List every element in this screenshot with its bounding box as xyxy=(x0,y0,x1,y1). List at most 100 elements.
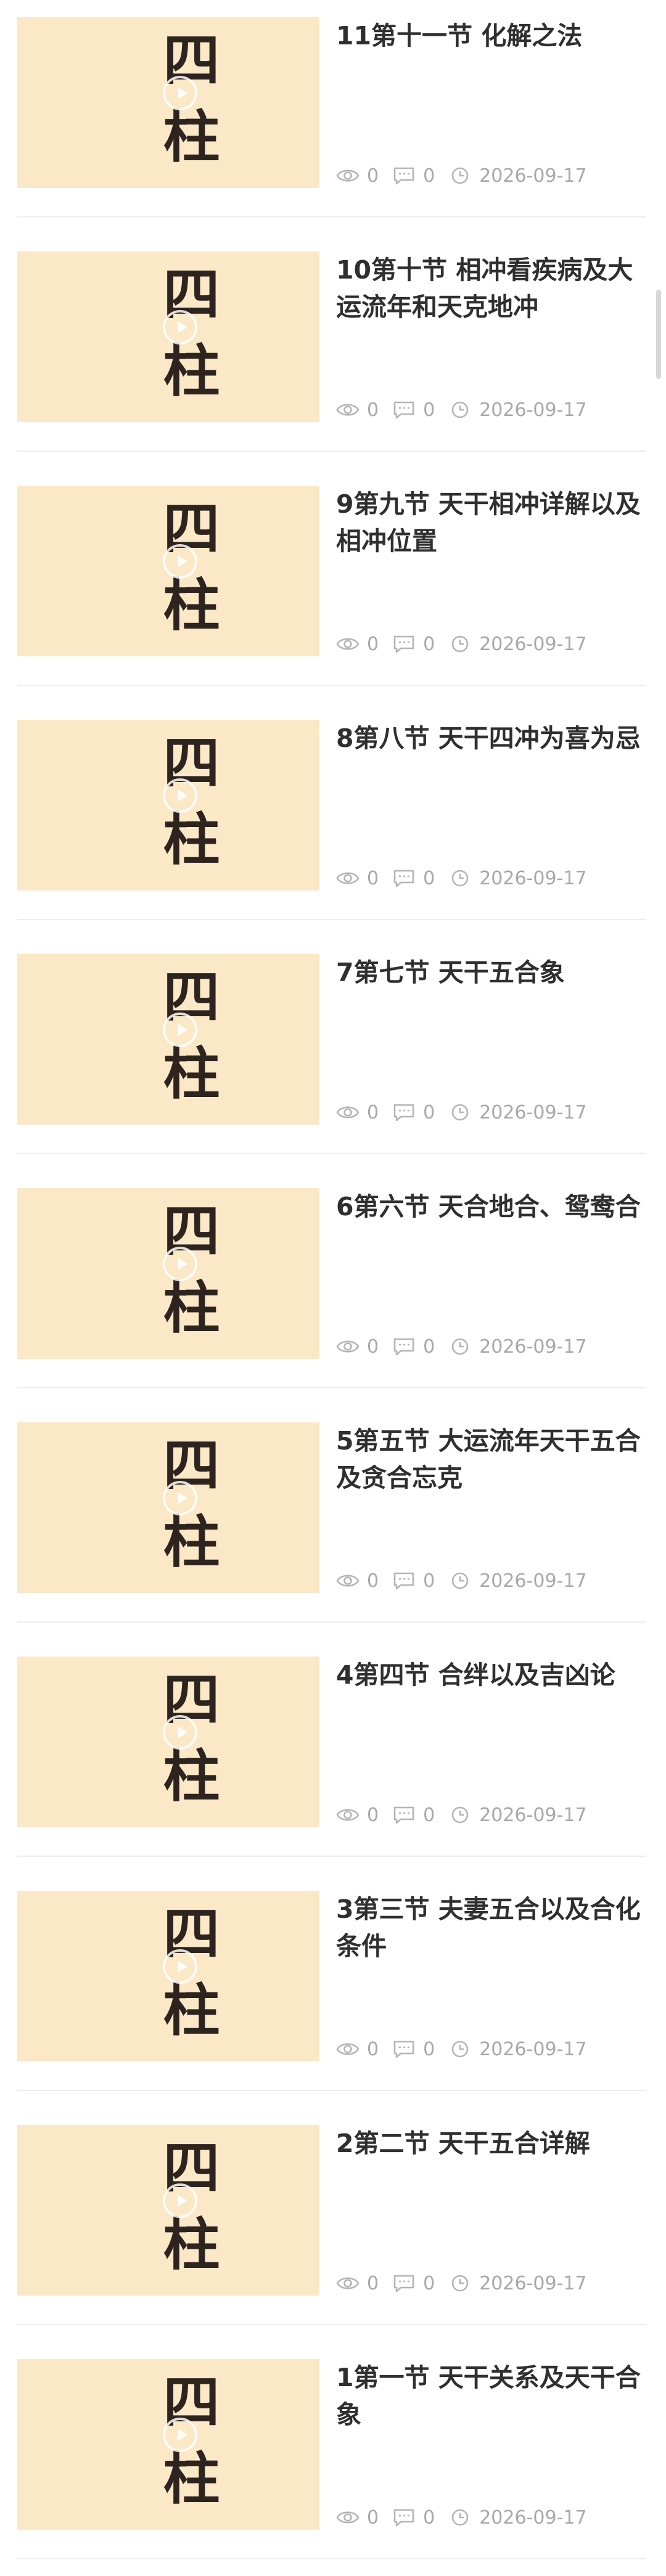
play-icon xyxy=(163,2183,197,2218)
views-stat: 0 xyxy=(336,165,379,187)
divider xyxy=(17,2090,646,2091)
publish-date: 2026-09-17 xyxy=(479,633,587,655)
article-thumbnail[interactable]: 四柱 xyxy=(17,251,319,422)
date-stat: 2026-09-17 xyxy=(448,1101,587,1123)
views-stat: 0 xyxy=(336,2273,379,2294)
divider xyxy=(17,1621,646,1623)
article-item[interactable]: 四柱 9第九节 天干相冲详解以及相冲位置 0 0 2026-09-17 xyxy=(0,468,666,703)
article-title[interactable]: 4第四节 合绊以及吉凶论 xyxy=(336,1657,651,1694)
play-icon xyxy=(163,1247,197,1281)
article-meta: 0 0 2026-09-17 xyxy=(336,1803,601,1827)
clock-icon xyxy=(448,2274,472,2293)
eye-icon xyxy=(336,2274,360,2293)
article-meta: 0 0 2026-09-17 xyxy=(336,1334,601,1359)
comments-count: 0 xyxy=(423,867,435,889)
date-stat: 2026-09-17 xyxy=(448,1336,587,1358)
comments-stat: 0 xyxy=(392,1336,435,1358)
article-title[interactable]: 6第六节 天合地合、鸳鸯合 xyxy=(336,1188,651,1225)
article-title[interactable]: 9第九节 天干相冲详解以及相冲位置 xyxy=(336,486,651,560)
views-stat: 0 xyxy=(336,2507,379,2529)
play-icon xyxy=(163,2418,197,2452)
article-thumbnail[interactable]: 四柱 xyxy=(17,1422,319,1593)
eye-icon xyxy=(336,869,360,887)
article-thumbnail[interactable]: 四柱 xyxy=(17,1188,319,1359)
views-stat: 0 xyxy=(336,399,379,421)
eye-icon xyxy=(336,1571,360,1590)
article-item[interactable]: 四柱 2第二节 天干五合详解 0 0 2026-09-17 xyxy=(0,2108,666,2342)
clock-icon xyxy=(448,635,472,653)
comment-icon xyxy=(392,1806,416,1824)
clock-icon xyxy=(448,2508,472,2527)
article-item[interactable]: 四柱 6第六节 天合地合、鸳鸯合 0 0 2026-09-17 xyxy=(0,1171,666,1405)
article-thumbnail[interactable]: 四柱 xyxy=(17,720,319,891)
publish-date: 2026-09-17 xyxy=(479,1804,587,1826)
article-item[interactable]: 四柱 7第七节 天干五合象 0 0 2026-09-17 xyxy=(0,937,666,1171)
divider xyxy=(17,919,646,920)
scrollbar[interactable] xyxy=(656,290,661,379)
article-thumbnail[interactable]: 四柱 xyxy=(17,486,319,656)
comments-count: 0 xyxy=(423,1335,435,1358)
divider xyxy=(17,2558,646,2559)
article-item[interactable]: 四柱 3第三节 夫妻五合以及合化条件 0 0 2026-09-17 xyxy=(0,1873,666,2108)
date-stat: 2026-09-17 xyxy=(448,399,587,421)
article-item[interactable]: 四柱 11第十一节 化解之法 0 0 2026-09-17 xyxy=(0,0,666,234)
article-title[interactable]: 10第十节 相冲看疾病及大运流年和天克地冲 xyxy=(336,251,651,325)
article-thumbnail[interactable]: 四柱 xyxy=(17,2359,319,2530)
article-meta: 0 0 2026-09-17 xyxy=(336,1568,601,1593)
article-thumbnail[interactable]: 四柱 xyxy=(17,954,319,1125)
article-title[interactable]: 11第十一节 化解之法 xyxy=(336,17,651,54)
article-title[interactable]: 8第八节 天干四冲为喜为忌 xyxy=(336,720,651,757)
article-item[interactable]: 四柱 8第八节 天干四冲为喜为忌 0 0 2026-09-17 xyxy=(0,703,666,937)
publish-date: 2026-09-17 xyxy=(479,867,587,889)
comment-icon xyxy=(392,2274,416,2293)
article-meta: 0 0 2026-09-17 xyxy=(336,632,601,656)
article-thumbnail[interactable]: 四柱 xyxy=(17,1657,319,1827)
divider xyxy=(17,1856,646,1857)
comments-count: 0 xyxy=(423,1101,435,1123)
clock-icon xyxy=(448,1103,472,1122)
comments-count: 0 xyxy=(423,1570,435,1592)
comments-stat: 0 xyxy=(392,868,435,889)
divider xyxy=(17,685,646,686)
article-title[interactable]: 7第七节 天干五合象 xyxy=(336,954,651,991)
comment-icon xyxy=(392,2508,416,2527)
article-thumbnail[interactable]: 四柱 xyxy=(17,2125,319,2296)
clock-icon xyxy=(448,401,472,419)
article-thumbnail[interactable]: 四柱 xyxy=(17,17,319,188)
views-stat: 0 xyxy=(336,868,379,889)
article-title[interactable]: 3第三节 夫妻五合以及合化条件 xyxy=(336,1891,651,1965)
comments-count: 0 xyxy=(423,1804,435,1826)
article-meta: 0 0 2026-09-17 xyxy=(336,866,601,891)
comments-stat: 0 xyxy=(392,2507,435,2529)
article-item[interactable]: 四柱 4第四节 合绊以及吉凶论 0 0 2026-09-17 xyxy=(0,1639,666,1873)
divider xyxy=(17,2324,646,2325)
comment-icon xyxy=(392,635,416,653)
views-count: 0 xyxy=(367,1335,379,1358)
article-meta: 0 0 2026-09-17 xyxy=(336,397,601,422)
clock-icon xyxy=(448,1571,472,1590)
publish-date: 2026-09-17 xyxy=(479,1101,587,1123)
eye-icon xyxy=(336,2040,360,2058)
article-title[interactable]: 5第五节 大运流年天干五合及贪合忘克 xyxy=(336,1422,651,1496)
article-item[interactable]: 四柱 10第十节 相冲看疾病及大运流年和天克地冲 0 0 2026-09-17 xyxy=(0,234,666,468)
article-meta: 0 0 2026-09-17 xyxy=(336,1100,601,1125)
article-meta: 0 0 2026-09-17 xyxy=(336,2505,601,2530)
date-stat: 2026-09-17 xyxy=(448,2039,587,2060)
divider xyxy=(17,216,646,218)
clock-icon xyxy=(448,1337,472,1356)
clock-icon xyxy=(448,869,472,887)
comment-icon xyxy=(392,166,416,185)
comments-stat: 0 xyxy=(392,1804,435,1826)
date-stat: 2026-09-17 xyxy=(448,2273,587,2294)
article-meta: 0 0 2026-09-17 xyxy=(336,2271,601,2296)
views-stat: 0 xyxy=(336,1336,379,1358)
article-title[interactable]: 2第二节 天干五合详解 xyxy=(336,2125,651,2162)
views-count: 0 xyxy=(367,867,379,889)
article-item[interactable]: 四柱 5第五节 大运流年天干五合及贪合忘克 0 0 2026-09-17 xyxy=(0,1405,666,1639)
article-item[interactable]: 四柱 1第一节 天干关系及天干合象 0 0 2026-09-17 xyxy=(0,2342,666,2576)
article-thumbnail[interactable]: 四柱 xyxy=(17,1891,319,2061)
date-stat: 2026-09-17 xyxy=(448,1804,587,1826)
play-icon xyxy=(163,76,197,110)
article-title[interactable]: 1第一节 天干关系及天干合象 xyxy=(336,2359,651,2433)
comment-icon xyxy=(392,1103,416,1122)
